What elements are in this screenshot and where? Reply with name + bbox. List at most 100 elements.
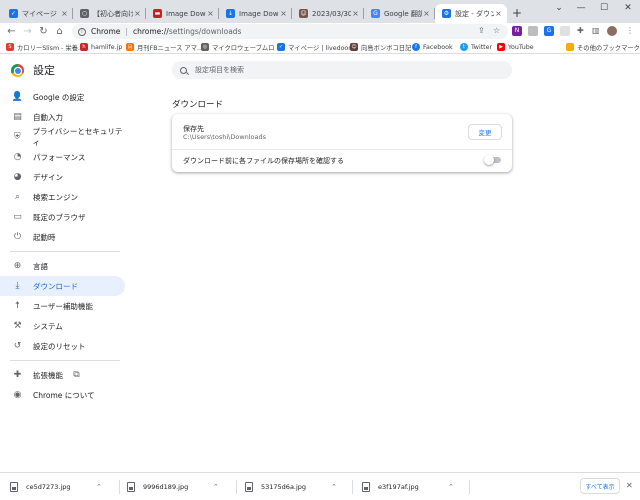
sidebar-item-about[interactable]: ◉ Chrome について: [0, 385, 125, 405]
open-external-icon: ⧉: [73, 370, 80, 380]
tab-settings-downloads[interactable]: ⚙ 設定 - ダウンロ ×: [435, 4, 507, 23]
folder-icon: [566, 43, 574, 51]
tab-search-icon[interactable]: ⌄: [548, 0, 570, 16]
tab-image-downloader-2[interactable]: ↓ Image Downlo ×: [219, 4, 292, 23]
sidebar-item-search-engine[interactable]: ⌕ 検索エンジン: [0, 187, 125, 207]
image-file-icon: [10, 482, 18, 492]
maximize-icon[interactable]: ☐: [593, 0, 615, 16]
back-icon[interactable]: ←: [5, 25, 18, 38]
extension-translate-icon[interactable]: G: [544, 26, 554, 36]
forward-icon[interactable]: →: [21, 25, 34, 38]
close-icon[interactable]: ×: [206, 9, 215, 18]
sidebar-item-on-startup[interactable]: ⏻ 起動時: [0, 227, 125, 247]
extension-blank-icon[interactable]: [560, 26, 570, 36]
shelf-divider: [352, 480, 353, 494]
bookmark-twitter[interactable]: t Twitter: [460, 41, 492, 53]
chevron-up-icon[interactable]: ⌃: [213, 483, 219, 491]
shelf-divider: [236, 480, 237, 494]
close-icon[interactable]: ✕: [626, 481, 633, 490]
close-icon[interactable]: ×: [494, 9, 503, 18]
close-icon[interactable]: ×: [422, 9, 431, 18]
change-location-button[interactable]: 変更: [468, 124, 502, 140]
sidebar-item-accessibility[interactable]: ☨ ユーザー補助機能: [0, 296, 125, 316]
settings-search[interactable]: [172, 61, 512, 79]
side-panel-icon[interactable]: ▥: [592, 26, 600, 35]
chevron-up-icon[interactable]: ⌃: [448, 483, 454, 491]
bookmark-star-icon[interactable]: ☆: [493, 26, 500, 35]
sidebar-item-google[interactable]: 👤 Google の設定: [0, 87, 125, 107]
site-info-icon[interactable]: i: [78, 27, 86, 36]
bookmark-slism[interactable]: S カロリーSlism - 栄養...: [6, 41, 84, 53]
profile-avatar-icon[interactable]: [607, 26, 617, 36]
loading-icon: ○: [80, 9, 89, 18]
bookmark-label: 向島ボンボコ日記: [361, 44, 412, 52]
sidebar-item-reset[interactable]: ↺ 設定のリセット: [0, 336, 125, 356]
minimize-icon[interactable]: —: [570, 0, 592, 16]
translate-icon: G: [371, 9, 380, 18]
sidebar-item-label: 既定のブラウザ: [33, 212, 86, 222]
slism-icon: S: [6, 43, 14, 51]
sidebar-item-extensions[interactable]: ✚ 拡張機能 ⧉: [0, 365, 125, 385]
download-item[interactable]: 9996d189.jpg ⌃: [127, 478, 219, 496]
sidebar-item-system[interactable]: ⚒ システム: [0, 316, 125, 336]
shelf-divider: [119, 480, 120, 494]
address-host: chrome://: [132, 27, 169, 36]
tab-blog-post[interactable]: ☺ 2023/03/30ー ×: [292, 4, 364, 23]
close-icon[interactable]: ×: [60, 9, 69, 18]
search-icon: [180, 66, 187, 74]
location-path: C:\Users\toshi\Downloads: [183, 133, 267, 141]
palette-icon: ◕: [13, 172, 22, 182]
extension-onenote-icon[interactable]: N: [512, 26, 522, 36]
tab-mypage[interactable]: ✓ マイページ | live ×: [2, 4, 73, 23]
other-bookmarks[interactable]: その他のブックマーク: [566, 41, 640, 53]
reload-icon[interactable]: ↻: [37, 25, 50, 38]
chevron-up-icon[interactable]: ⌃: [96, 483, 102, 491]
window-close-icon[interactable]: ✕: [617, 0, 639, 16]
sidebar-item-languages[interactable]: ⊕ 言語: [0, 256, 125, 276]
bookmark-fb-news[interactable]: 月月刊FBニュース アマ...: [126, 41, 203, 53]
share-icon[interactable]: ⇪: [478, 26, 485, 35]
puzzle-icon[interactable]: ✚: [577, 26, 584, 35]
page-title: 設定: [33, 64, 55, 77]
bookmark-youtube[interactable]: ▶ YouTube: [497, 41, 534, 53]
menu-icon[interactable]: ⋮: [626, 26, 634, 35]
download-item[interactable]: ce5d7273.jpg ⌃: [10, 478, 102, 496]
address-bar[interactable]: i Chrome | chrome://settings/downloads: [72, 24, 508, 39]
chevron-up-icon[interactable]: ⌃: [331, 483, 337, 491]
power-icon: ⏻: [13, 232, 22, 242]
bookmark-mukoujima[interactable]: ☺ 向島ボンボコ日記: [350, 41, 411, 53]
close-icon[interactable]: ×: [351, 9, 360, 18]
extension-generic-icon[interactable]: [528, 26, 538, 36]
search-input[interactable]: [195, 66, 495, 74]
section-title: ダウンロード: [172, 100, 224, 110]
bookmark-label: マイクロウェーブムロ -...: [212, 44, 285, 52]
download-icon: ⤓: [15, 281, 20, 291]
tab-google-translate[interactable]: G Google 翻訳 ×: [364, 4, 435, 23]
download-filename: 53175d6a.jpg: [261, 483, 307, 491]
tab-beginner[interactable]: ○ 【初心者向け】ロ ×: [73, 4, 146, 23]
sidebar-item-appearance[interactable]: ◕ デザイン: [0, 167, 125, 187]
sidebar-item-label: 拡張機能: [33, 370, 63, 380]
ask-location-toggle[interactable]: [484, 154, 501, 165]
sidebar-item-performance[interactable]: ◔ パフォーマンス: [0, 147, 125, 167]
show-all-button[interactable]: すべて表示: [580, 478, 620, 494]
new-tab-icon[interactable]: +: [510, 6, 524, 20]
bookmark-hamlife[interactable]: h hamlife.jp: [80, 41, 122, 53]
download-item[interactable]: e3f197af.jpg ⌃: [362, 478, 454, 496]
gear-icon: ⚙: [442, 9, 451, 18]
bookmark-label: hamlife.jp: [91, 43, 123, 51]
toggle-knob: [484, 154, 494, 165]
sidebar-item-downloads[interactable]: ⤓ ダウンロード: [0, 276, 125, 296]
close-icon[interactable]: ×: [279, 9, 288, 18]
sidebar-item-default-browser[interactable]: ▭ 既定のブラウザ: [0, 207, 125, 227]
close-icon[interactable]: ×: [133, 9, 142, 18]
sidebar-item-privacy[interactable]: ⛨ プライバシーとセキュリティ: [0, 127, 125, 147]
bookmark-facebook[interactable]: f Facebook: [412, 41, 453, 53]
download-item[interactable]: 53175d6a.jpg ⌃: [245, 478, 337, 496]
sidebar-item-autofill[interactable]: ▤ 自動入力: [0, 107, 125, 127]
bookmark-microwave[interactable]: ◎ マイクロウェーブムロ -...: [201, 41, 285, 53]
sidebar-item-label: 検索エンジン: [33, 192, 78, 202]
bookmark-livedoor[interactable]: ✓ マイページ | livedoor...: [277, 41, 356, 53]
tab-image-downloader-1[interactable]: ▬ Image Downlo ×: [146, 4, 219, 23]
home-icon[interactable]: ⌂: [53, 25, 66, 38]
